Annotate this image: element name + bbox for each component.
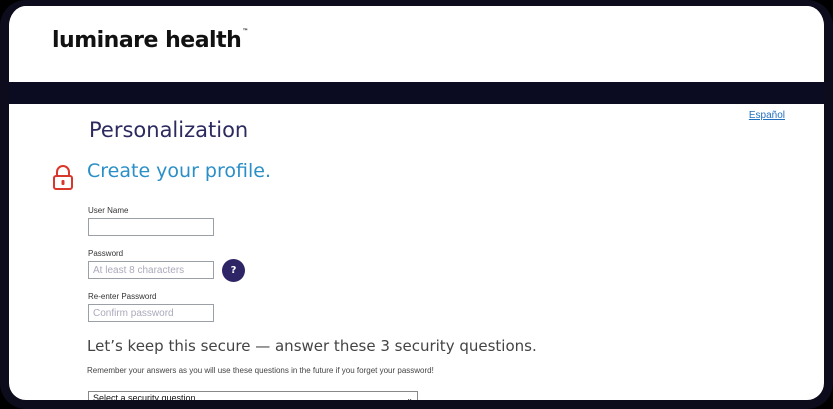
confirm-password-input[interactable]: Confirm password bbox=[88, 304, 214, 322]
site-header: luminare health™ bbox=[9, 6, 824, 82]
username-label: User Name bbox=[88, 206, 129, 215]
confirm-placeholder: Confirm password bbox=[93, 308, 174, 319]
navigation-band bbox=[9, 82, 824, 104]
luminare-health-logo[interactable]: luminare health™ bbox=[52, 28, 248, 53]
security-question-select[interactable]: Select a security question ⌄ bbox=[88, 391, 418, 403]
password-placeholder: At least 8 characters bbox=[93, 265, 185, 276]
confirm-password-label: Re-enter Password bbox=[88, 292, 157, 301]
language-link-espanol[interactable]: Español bbox=[749, 110, 785, 121]
lock-icon bbox=[52, 165, 74, 191]
browser-window: luminare health™ Español Personalization… bbox=[0, 0, 833, 409]
security-question-value: Select a security question bbox=[93, 393, 196, 403]
username-input[interactable] bbox=[88, 218, 214, 236]
logo-text: luminare health bbox=[52, 28, 242, 53]
profile-subtitle: Create your profile. bbox=[87, 160, 271, 182]
password-label: Password bbox=[88, 249, 124, 258]
security-heading: Let’s keep this secure — answer these 3 … bbox=[87, 337, 537, 355]
page-title: Personalization bbox=[89, 118, 249, 142]
trademark-symbol: ™ bbox=[242, 28, 248, 35]
password-help-button[interactable]: ? bbox=[222, 259, 245, 282]
password-input[interactable]: At least 8 characters bbox=[88, 261, 214, 279]
security-note: Remember your answers as you will use th… bbox=[87, 366, 434, 375]
chevron-down-icon: ⌄ bbox=[406, 393, 413, 403]
